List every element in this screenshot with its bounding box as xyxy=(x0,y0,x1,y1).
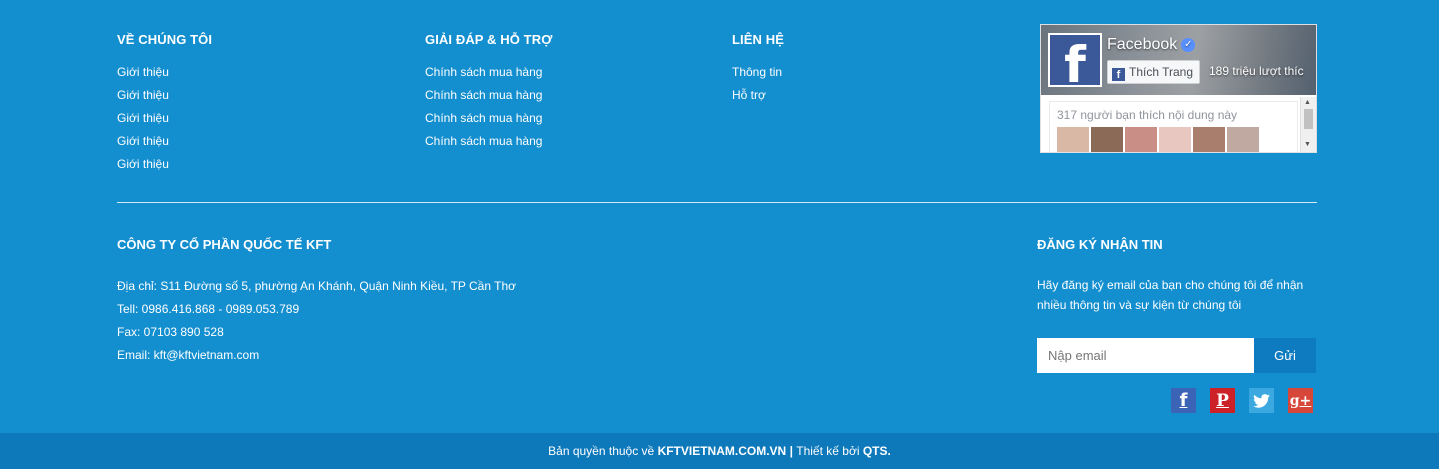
newsletter-section: ĐĂNG KÝ NHẬN TIN Hãy đăng ký email của b… xyxy=(1037,237,1317,413)
scroll-down-icon[interactable]: ▼ xyxy=(1304,141,1311,148)
scroll-up-icon[interactable]: ▲ xyxy=(1304,99,1311,106)
copyright-site-link[interactable]: KFTVIETNAM.COM.VN xyxy=(658,444,787,458)
facebook-icon[interactable]: f xyxy=(1171,388,1196,413)
copyright-separator: | xyxy=(786,444,797,458)
avatar[interactable] xyxy=(1057,127,1089,152)
link-gioi-thieu[interactable]: Giới thiệu xyxy=(117,134,169,148)
facebook-widget-scrollbar[interactable]: ▲ ▼ xyxy=(1300,97,1316,152)
scrollbar-thumb[interactable] xyxy=(1304,109,1313,129)
link-chinh-sach-mua-hang[interactable]: Chính sách mua hàng xyxy=(425,88,542,102)
link-ho-tro[interactable]: Hỗ trợ xyxy=(732,88,766,102)
support-links: Chính sách mua hàng Chính sách mua hàng … xyxy=(425,61,552,153)
column-title-support: GIẢI ĐÁP & HỖ TRỢ xyxy=(425,32,553,47)
twitter-bird-icon xyxy=(1253,393,1270,408)
link-gioi-thieu[interactable]: Giới thiệu xyxy=(117,65,169,79)
company-phone: Tell: 0986.416.868 - 0989.053.789 xyxy=(117,302,300,316)
newsletter-email-input[interactable] xyxy=(1037,338,1254,373)
footer-top: VỀ CHÚNG TÔI Giới thiệu Giới thiệu Giới … xyxy=(0,0,1439,203)
link-gioi-thieu[interactable]: Giới thiệu xyxy=(117,111,169,125)
copyright-bar: Bản quyền thuộc về KFTVIETNAM.COM.VN | T… xyxy=(0,433,1439,469)
column-title-about: VỀ CHÚNG TÔI xyxy=(117,32,213,47)
link-chinh-sach-mua-hang[interactable]: Chính sách mua hàng xyxy=(425,111,542,125)
footer-column-about: VỀ CHÚNG TÔI Giới thiệu Giới thiệu Giới … xyxy=(117,32,212,176)
newsletter-description: Hãy đăng ký email của bạn cho chúng tôi … xyxy=(1037,278,1304,312)
facebook-page-widget[interactable]: f Facebook ✓ f Thích Trang 189 triệu lượt … xyxy=(1040,24,1317,153)
twitter-icon[interactable] xyxy=(1249,388,1274,413)
link-chinh-sach-mua-hang[interactable]: Chính sách mua hàng xyxy=(425,134,542,148)
link-thong-tin[interactable]: Thông tin xyxy=(732,65,782,79)
footer-column-support: GIẢI ĐÁP & HỖ TRỢ Chính sách mua hàng Ch… xyxy=(425,32,552,153)
footer-divider xyxy=(117,202,1317,203)
link-chinh-sach-mua-hang[interactable]: Chính sách mua hàng xyxy=(425,65,542,79)
newsletter-title: ĐĂNG KÝ NHẬN TIN xyxy=(1037,237,1163,252)
designed-by-prefix: Thiết kế bởi xyxy=(796,444,863,458)
avatar[interactable] xyxy=(1125,127,1157,152)
about-links: Giới thiệu Giới thiệu Giới thiệu Giới th… xyxy=(117,61,212,176)
column-title-contact: LIÊN HỆ xyxy=(732,32,784,47)
avatar[interactable] xyxy=(1193,127,1225,152)
contact-links: Thông tin Hỗ trợ xyxy=(732,61,784,107)
company-fax: Fax: 07103 890 528 xyxy=(117,325,224,339)
facebook-logo-icon[interactable]: f xyxy=(1048,33,1102,87)
avatar[interactable] xyxy=(1091,127,1123,152)
facebook-page-name[interactable]: Facebook ✓ xyxy=(1107,36,1196,54)
facebook-friends-panel: 317 người bạn thích nội dung này xyxy=(1049,101,1298,152)
footer-column-contact: LIÊN HỆ Thông tin Hỗ trợ xyxy=(732,32,784,107)
newsletter-form: Gửi xyxy=(1037,338,1317,373)
facebook-like-page-button[interactable]: f Thích Trang xyxy=(1107,60,1201,84)
link-gioi-thieu[interactable]: Giới thiệu xyxy=(117,157,169,171)
newsletter-submit-button[interactable]: Gửi xyxy=(1254,338,1316,373)
designer-link[interactable]: QTS. xyxy=(863,444,891,458)
avatar[interactable] xyxy=(1159,127,1191,152)
facebook-like-count: 189 triệu lượt thíc xyxy=(1209,64,1304,78)
company-address: Địa chỉ: S11 Đường số 5, phường An Khánh… xyxy=(117,279,517,293)
avatar[interactable] xyxy=(1227,127,1259,152)
facebook-friends-text: 317 người bạn thích nội dung này xyxy=(1057,108,1238,122)
google-plus-icon[interactable]: g+ xyxy=(1288,388,1313,413)
copyright-prefix: Bản quyền thuộc về xyxy=(548,444,658,458)
verified-badge-icon: ✓ xyxy=(1181,37,1196,52)
company-info: CÔNG TY CỔ PHẦN QUỐC TẾ KFT Địa chỉ: S11… xyxy=(117,237,516,367)
social-links: f P g+ xyxy=(1171,388,1313,413)
company-title: CÔNG TY CỔ PHẦN QUỐC TẾ KFT xyxy=(117,237,332,252)
company-email: Email: kft@kftvietnam.com xyxy=(117,348,260,362)
friend-avatars xyxy=(1057,127,1259,152)
pinterest-icon[interactable]: P xyxy=(1210,388,1235,413)
facebook-small-icon: f xyxy=(1112,68,1125,81)
link-gioi-thieu[interactable]: Giới thiệu xyxy=(117,88,169,102)
